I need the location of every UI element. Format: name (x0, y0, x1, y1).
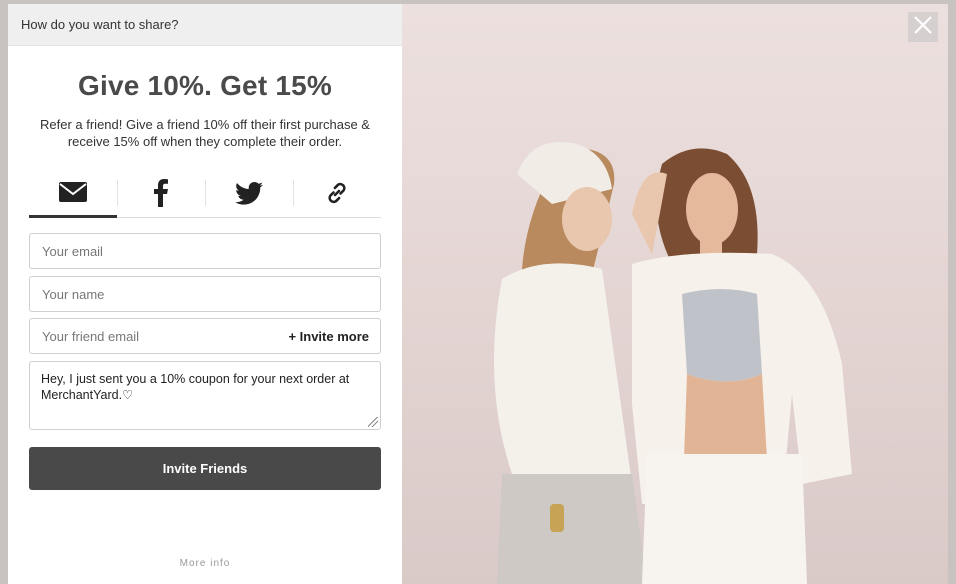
close-button[interactable] (908, 12, 938, 42)
friend-email-input[interactable] (30, 319, 280, 353)
your-name-input[interactable] (30, 277, 380, 311)
tab-twitter[interactable] (205, 174, 293, 217)
share-panel: How do you want to share? Give 10%. Get … (8, 4, 402, 584)
resize-handle-icon[interactable] (368, 417, 378, 427)
offer-headline: Give 10%. Get 15% (78, 70, 332, 101)
invite-more-link[interactable]: + Invite more (288, 329, 369, 344)
twitter-icon (235, 181, 263, 210)
friend-email-field[interactable]: + Invite more (29, 318, 381, 354)
invite-friends-button[interactable]: Invite Friends (29, 447, 381, 490)
promo-photo (402, 4, 948, 584)
your-name-field[interactable] (29, 276, 381, 312)
link-icon (324, 180, 350, 211)
share-method-tabs (29, 174, 381, 218)
models-illustration (494, 142, 852, 584)
your-email-field[interactable] (29, 233, 381, 269)
offer-description: Refer a friend! Give a friend 10% off th… (40, 117, 370, 149)
close-icon (913, 15, 933, 40)
your-email-input[interactable] (30, 234, 380, 268)
more-info-link[interactable]: More info (8, 558, 402, 569)
tab-facebook[interactable] (117, 174, 205, 217)
email-icon (59, 182, 87, 207)
message-textarea[interactable]: Hey, I just sent you a 10% coupon for yo… (29, 361, 381, 430)
message-text: Hey, I just sent you a 10% coupon for yo… (41, 372, 350, 402)
share-modal: How do you want to share? Give 10%. Get … (8, 4, 948, 584)
tab-link[interactable] (293, 174, 381, 217)
tab-email[interactable] (29, 174, 117, 218)
share-header: How do you want to share? (8, 4, 402, 46)
facebook-icon (153, 179, 169, 212)
